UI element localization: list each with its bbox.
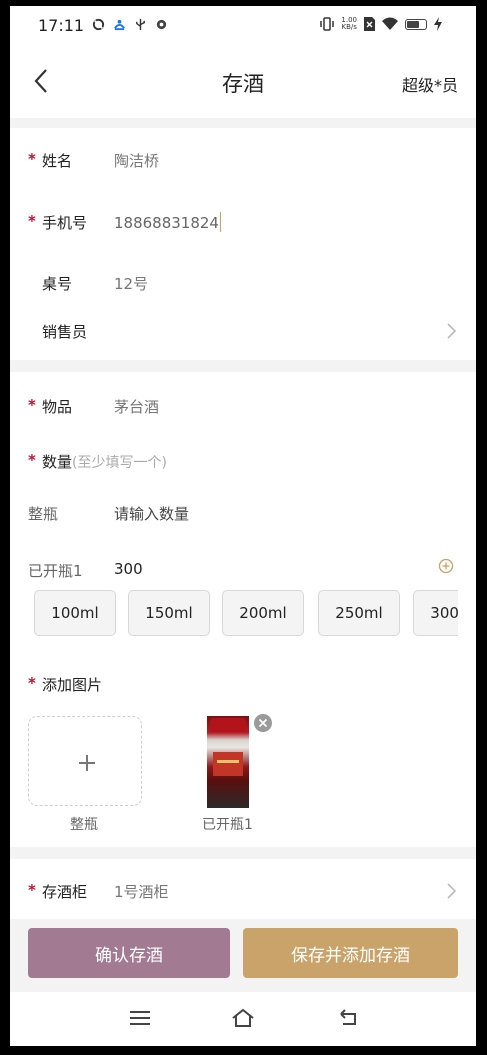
chevron-right-icon[interactable] <box>444 881 458 901</box>
sales-label: 销售员 <box>42 323 88 341</box>
settings-icon <box>156 19 167 30</box>
table-field[interactable]: 12号 <box>114 273 148 294</box>
required-mark: * <box>28 396 36 414</box>
cabinet-section: * 存酒柜 1号酒柜 <box>10 859 476 919</box>
volume-chip[interactable]: 100ml <box>34 590 116 636</box>
charging-icon <box>434 17 442 31</box>
full-bottle-row[interactable]: 整瓶 请输入数量 <box>28 501 458 531</box>
photo-bottle-label <box>213 752 243 776</box>
opened-bottle-input[interactable]: 300 <box>114 560 143 578</box>
confirm-store-button[interactable]: 确认存酒 <box>28 928 230 978</box>
volume-chip[interactable]: 200ml <box>222 590 304 636</box>
opened-bottle-label: 已开瓶1 <box>28 562 83 580</box>
image-label: 添加图片 <box>42 676 103 694</box>
required-mark: * <box>28 451 36 469</box>
status-time: 17:11 <box>38 16 85 35</box>
required-mark: * <box>28 150 36 168</box>
volume-chip[interactable]: 150ml <box>128 590 210 636</box>
volume-chip[interactable]: 300ml <box>413 590 458 636</box>
photo-bottle-label-text <box>217 760 239 763</box>
wifi-icon <box>382 17 398 30</box>
name-label: 姓名 <box>42 152 73 170</box>
phone-row[interactable]: * 手机号 18868831824 <box>28 210 458 240</box>
volume-chip-list: 100ml 150ml 200ml 250ml 300ml <box>34 590 458 642</box>
cabinet-row[interactable]: * 存酒柜 1号酒柜 <box>28 879 458 909</box>
back-icon[interactable] <box>335 1006 361 1030</box>
status-bar: 17:11 1.00 KB/s <box>10 6 476 46</box>
quantity-hint: (至少填写一个) <box>72 455 167 471</box>
item-section: * 物品 茅台酒 * 数量(至少填写一个) 整瓶 请输入数量 已开瓶1 300 … <box>10 372 476 847</box>
upload-caption: 整瓶 <box>70 817 98 833</box>
required-mark: * <box>28 212 36 230</box>
name-row[interactable]: * 姓名 陶洁桥 <box>28 148 458 178</box>
phone-label: 手机号 <box>42 214 88 232</box>
system-nav-bar <box>10 992 476 1046</box>
table-row[interactable]: 桌号 12号 <box>28 271 458 301</box>
opened-bottle-row[interactable]: 已开瓶1 300 <box>28 558 458 588</box>
battery-icon <box>405 18 427 30</box>
image-upload-button[interactable] <box>28 716 142 806</box>
customer-section: * 姓名 陶洁桥 * 手机号 18868831824 桌号 12号 销售员 <box>10 128 476 360</box>
required-mark: * <box>28 881 36 899</box>
photo-caption: 已开瓶1 <box>202 817 253 833</box>
volume-chip[interactable]: 250ml <box>318 590 400 636</box>
remove-photo-icon[interactable] <box>253 713 273 733</box>
quantity-title: 数量 <box>42 453 73 471</box>
chevron-right-icon[interactable] <box>444 321 458 341</box>
status-left-icons <box>92 18 168 31</box>
status-right-icons: 1.00 KB/s <box>320 17 442 31</box>
vibrate-icon <box>320 17 335 31</box>
net-speed-unit: KB/s <box>341 23 357 31</box>
text-cursor <box>219 212 222 232</box>
nav-bar: 存酒 超级*员 <box>10 46 476 118</box>
required-mark: * <box>28 674 36 692</box>
full-bottle-label: 整瓶 <box>28 505 59 523</box>
name-field[interactable]: 陶洁桥 <box>114 150 159 171</box>
image-row: * 添加图片 <box>28 672 458 702</box>
save-and-add-button[interactable]: 保存并添加存酒 <box>243 928 458 978</box>
photo-bottle-cap <box>210 718 246 732</box>
bottle-photo-thumbnail[interactable] <box>207 716 249 808</box>
user-name[interactable]: 超级*员 <box>402 72 458 96</box>
item-field[interactable]: 茅台酒 <box>114 396 159 417</box>
quantity-label: 数量(至少填写一个) <box>42 451 167 472</box>
menu-icon[interactable] <box>127 1006 153 1030</box>
cabinet-label: 存酒柜 <box>42 883 88 901</box>
item-row[interactable]: * 物品 茅台酒 <box>28 394 458 424</box>
no-sim-icon <box>364 17 375 31</box>
item-label: 物品 <box>42 398 73 416</box>
sales-row[interactable]: 销售员 <box>28 319 458 349</box>
phone-screen: 17:11 1.00 KB/s 存酒 超级*员 * 姓名 陶洁桥 * 手机号 1… <box>10 6 476 1046</box>
plus-icon <box>79 755 95 771</box>
full-bottle-input[interactable]: 请输入数量 <box>114 503 189 524</box>
add-circle-icon[interactable] <box>438 558 454 574</box>
net-speed: 1.00 KB/s <box>341 17 357 31</box>
phone-field[interactable]: 18868831824 <box>114 212 222 232</box>
table-label: 桌号 <box>42 275 73 293</box>
cabinet-field[interactable]: 1号酒柜 <box>114 881 169 902</box>
usb-icon <box>136 18 145 31</box>
bluetooth-app-icon <box>114 19 125 31</box>
phone-value: 18868831824 <box>114 214 219 232</box>
quantity-row: * 数量(至少填写一个) <box>28 449 458 479</box>
home-icon[interactable] <box>230 1006 256 1030</box>
sync-icon <box>92 18 105 31</box>
